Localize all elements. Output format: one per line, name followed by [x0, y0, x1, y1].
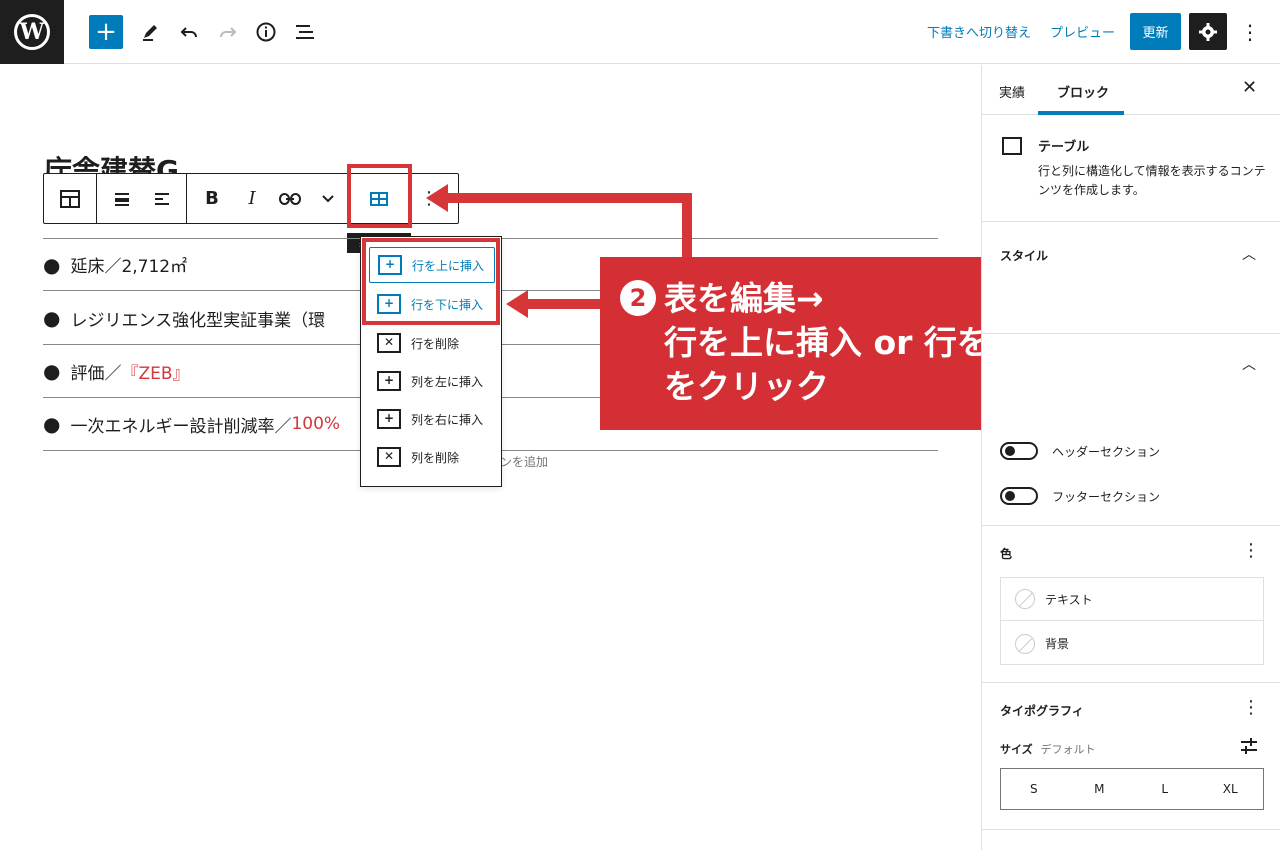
table-block-icon: [1002, 137, 1022, 155]
add-block-button[interactable]: +: [89, 15, 123, 49]
font-size-label: サイズ デフォルト: [1000, 741, 1096, 757]
annotation-highlight-insert-rows: [362, 238, 500, 325]
delete-column-item[interactable]: ✕ 列を削除: [369, 439, 495, 475]
menu-item-label: 行を削除: [411, 336, 460, 351]
text-color-swatch-icon: [1015, 589, 1035, 609]
typography-heading: タイポグラフィ: [1000, 704, 1084, 718]
options-menu-icon[interactable]: ⋮: [1240, 17, 1260, 47]
custom-size-sliders-icon[interactable]: [1240, 737, 1258, 759]
annotation-arrow-head-icon: [426, 184, 448, 212]
background-color-label: 背景: [1045, 637, 1070, 651]
row-accent-text: 『ZEB』: [121, 363, 190, 384]
annotation-arrow-line: [682, 193, 692, 259]
size-option-xl[interactable]: XL: [1198, 769, 1264, 809]
edit-tool-pencil-icon[interactable]: [132, 14, 168, 50]
settings-gear-icon[interactable]: [1189, 13, 1227, 50]
delete-row-icon: ✕: [377, 333, 401, 353]
size-option-l[interactable]: L: [1132, 769, 1198, 809]
text-color-label: テキスト: [1045, 592, 1093, 607]
active-tab-indicator: [1038, 111, 1124, 115]
row-text: 延床／2,712㎡: [70, 257, 188, 277]
bold-icon[interactable]: B: [194, 174, 230, 223]
undo-icon[interactable]: [171, 14, 207, 50]
menu-item-label: 列を右に挿入: [411, 412, 484, 427]
annotation-arrow-head-icon: [506, 290, 528, 318]
background-color-item[interactable]: 背景: [1001, 622, 1263, 665]
size-value: デフォルト: [1040, 743, 1096, 756]
insert-column-before-icon: +: [377, 371, 401, 391]
size-option-s[interactable]: S: [1001, 769, 1067, 809]
tab-post[interactable]: 実績: [999, 82, 1025, 101]
font-size-picker: S M L XL: [1000, 768, 1264, 810]
table-settings-panel: ︿ ヘッダーセクション フッターセクション: [982, 334, 1280, 526]
header-section-toggle[interactable]: [1000, 442, 1038, 460]
chevron-up-icon[interactable]: ︿: [1242, 354, 1256, 374]
typography-panel: タイポグラフィ ⋮ サイズ デフォルト S M L XL: [982, 683, 1280, 830]
insert-column-before-item[interactable]: + 列を左に挿入: [369, 363, 495, 399]
italic-icon[interactable]: I: [234, 174, 270, 223]
preview-link[interactable]: プレビュー: [1050, 22, 1115, 41]
chevron-up-icon[interactable]: ︿: [1242, 244, 1256, 264]
text-color-item[interactable]: テキスト: [1001, 578, 1263, 621]
tab-block[interactable]: ブロック: [1057, 82, 1109, 101]
annotation-highlight-edit-table: [347, 164, 412, 228]
color-options-icon[interactable]: ⋮: [1242, 540, 1260, 561]
background-color-swatch-icon: [1015, 633, 1035, 654]
switch-to-draft-link[interactable]: 下書きへ切り替え: [927, 22, 1031, 41]
row-text: 評価／: [70, 363, 122, 384]
color-settings-box: テキスト 背景: [1000, 577, 1264, 665]
row-text: レジリエンス強化型実証事業（環: [70, 310, 326, 331]
block-description: 行と列に構造化して情報を表示するコンテンツを作成します。: [1038, 164, 1266, 197]
details-info-icon[interactable]: [248, 14, 284, 50]
add-caption-hint[interactable]: ンを追加: [500, 453, 548, 470]
menu-item-label: 列を削除: [411, 450, 460, 465]
row-bullet: ●: [43, 252, 61, 277]
table-block-icon[interactable]: [44, 174, 96, 223]
annotation-arrow-line: [526, 299, 602, 309]
insert-column-after-icon: +: [377, 409, 401, 429]
footer-section-toggle[interactable]: [1000, 487, 1038, 505]
step-number-badge: 2: [620, 280, 656, 316]
align-center-icon[interactable]: [102, 174, 142, 223]
wordpress-logo-icon[interactable]: W: [0, 0, 64, 64]
menu-item-label: 列を左に挿入: [411, 374, 484, 389]
update-button[interactable]: 更新: [1130, 13, 1181, 50]
style-panel: スタイル ︿: [982, 222, 1280, 334]
block-card: テーブル 行と列に構造化して情報を表示するコンテンツを作成します。: [982, 116, 1280, 222]
delete-column-icon: ✕: [377, 447, 401, 467]
typography-options-icon[interactable]: ⋮: [1242, 697, 1260, 718]
top-toolbar: W + 下書きへ切り替え プレビュー 更新 ⋮: [0, 0, 1280, 64]
callout-line-1: 表を編集→: [664, 279, 824, 318]
color-heading: 色: [1000, 547, 1013, 561]
redo-icon[interactable]: [210, 14, 246, 50]
settings-sidebar: 実績 ブロック ✕ テーブル 行と列に構造化して情報を表示するコンテンツを作成し…: [981, 65, 1280, 850]
footer-section-label: フッターセクション: [1052, 490, 1161, 504]
row-bullet: ●: [43, 306, 61, 330]
color-panel: 色 ⋮ テキスト 背景: [982, 526, 1280, 683]
insert-column-after-item[interactable]: + 列を右に挿入: [369, 401, 495, 437]
text-align-icon[interactable]: [142, 174, 182, 223]
size-label: サイズ: [1000, 743, 1033, 756]
more-options-chevron-down-icon[interactable]: [310, 174, 346, 223]
header-section-label: ヘッダーセクション: [1052, 445, 1161, 459]
block-title: テーブル: [1038, 140, 1090, 155]
row-text: 一次エネルギー設計削減率／: [70, 416, 292, 437]
row-bullet: ●: [43, 412, 61, 436]
delete-row-item[interactable]: ✕ 行を削除: [369, 325, 495, 361]
annotation-arrow-line: [446, 193, 692, 203]
list-view-icon[interactable]: [287, 14, 323, 50]
style-heading[interactable]: スタイル: [1000, 247, 1048, 264]
sidebar-tabs: 実績 ブロック ✕: [982, 65, 1280, 115]
row-bullet: ●: [43, 359, 61, 383]
link-icon[interactable]: [272, 174, 308, 223]
row-accent-text: 100%: [291, 414, 341, 434]
close-icon[interactable]: ✕: [1242, 77, 1257, 98]
size-option-m[interactable]: M: [1067, 769, 1133, 809]
